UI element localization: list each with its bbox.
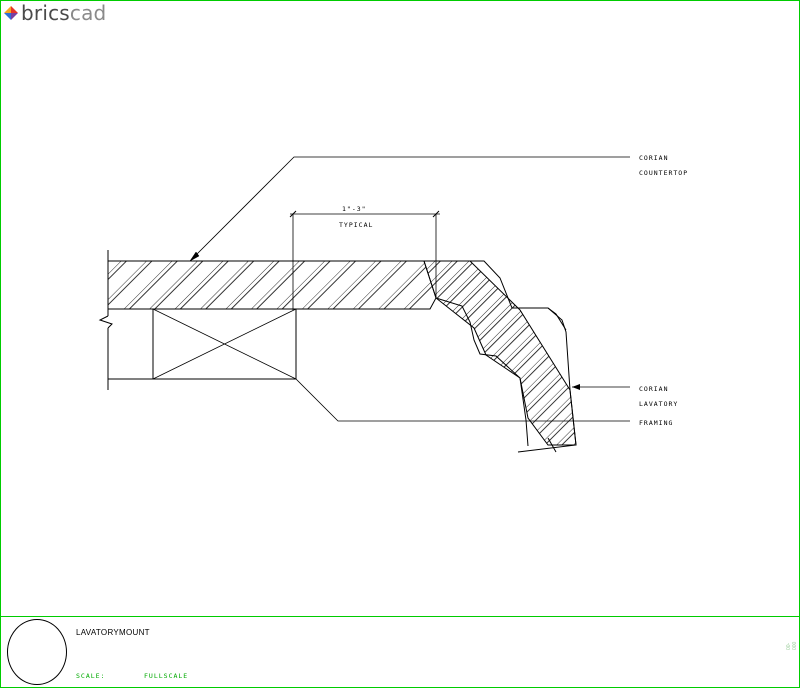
title-block-divider — [0, 616, 800, 617]
drawing-title: LAVATORYMOUNT — [76, 628, 150, 637]
countertop-leader — [189, 156, 630, 262]
detail-number-circle — [7, 619, 67, 685]
countertop-label-line2: COUNTERTOP — [639, 169, 688, 177]
countertop-label-line1: CORIAN — [639, 154, 668, 162]
dimension-value-label: 1"-3" — [342, 205, 367, 213]
lavatory-label-line2: LAVATORY — [639, 400, 678, 408]
lavatory-label-line1: CORIAN — [639, 385, 668, 393]
dimension-note-label: TYPICAL — [339, 221, 373, 229]
framing-block — [152, 308, 297, 380]
framing-label: FRAMING — [639, 419, 673, 427]
scale-label: SCALE: — [76, 672, 106, 680]
detail-drawing: 1"-3" TYPICAL CORIAN COUNTERTOP CORIAN L… — [98, 154, 688, 453]
lavatory-leader — [572, 384, 630, 390]
scale-value: FULLSCALE — [144, 672, 189, 680]
drawing-code: 00-000 — [786, 641, 798, 650]
countertop-section — [107, 260, 577, 453]
